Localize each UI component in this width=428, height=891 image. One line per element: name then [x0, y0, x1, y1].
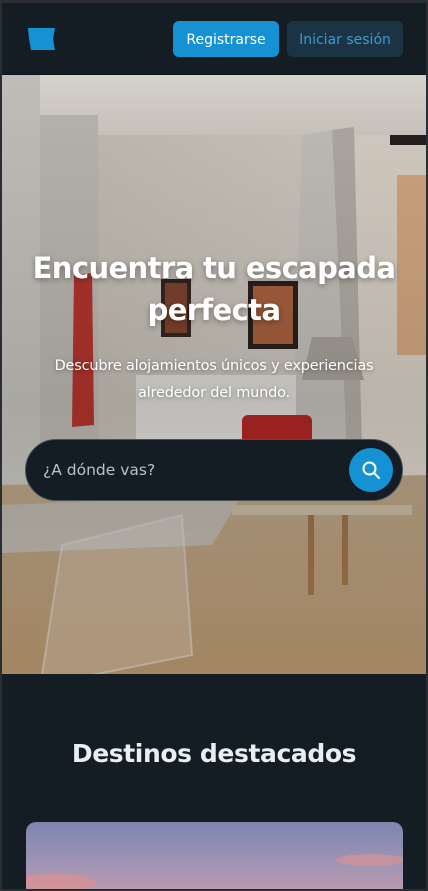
login-button[interactable]: Iniciar sesión: [287, 21, 403, 57]
hero-section: Encuentra tu escapada perfecta Descubre …: [2, 75, 426, 674]
destination-image: [26, 822, 403, 889]
brand-logo-icon[interactable]: [26, 27, 56, 51]
search-icon: [362, 461, 380, 479]
featured-destinations-section: Destinos destacados: [2, 674, 426, 889]
search-button[interactable]: [349, 448, 393, 492]
hero-subtitle: Descubre alojamientos únicos y experienc…: [54, 358, 374, 401]
search-bar: [25, 439, 403, 501]
app-frame: Registrarse Iniciar sesión Encuentra tu …: [2, 3, 426, 889]
destination-card[interactable]: [26, 822, 403, 889]
hero-title: Encuentra tu escapada perfecta: [32, 251, 396, 327]
search-input[interactable]: [43, 455, 333, 485]
top-navbar: Registrarse Iniciar sesión: [2, 3, 426, 75]
register-button[interactable]: Registrarse: [173, 21, 279, 57]
featured-section-title: Destinos destacados: [71, 739, 357, 768]
